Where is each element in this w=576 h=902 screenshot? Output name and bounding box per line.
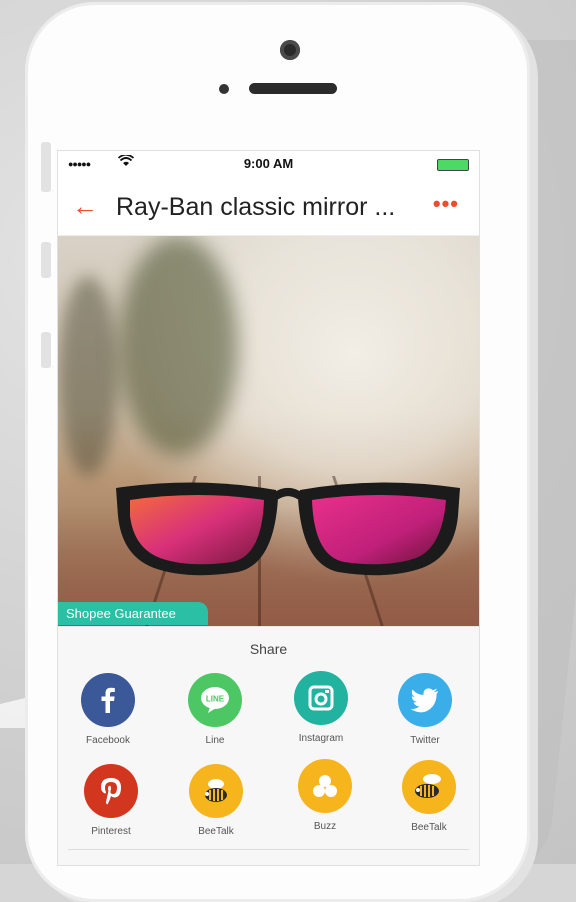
- share-label-beetalk: BeeTalk: [198, 826, 234, 837]
- status-time: 9:00 AM: [243, 156, 294, 171]
- share-label-pinterest: Pinterest: [91, 826, 131, 837]
- facebook-icon: [81, 673, 135, 727]
- proximity-sensor: [219, 84, 229, 94]
- share-line-button[interactable]: LINE Line: [170, 673, 260, 746]
- sunglasses-image: [116, 482, 460, 576]
- share-facebook-button[interactable]: Facebook: [63, 673, 153, 746]
- beetalk-icon: [402, 760, 456, 814]
- sheet-divider: [68, 849, 469, 850]
- product-image[interactable]: [58, 236, 479, 626]
- share-label-facebook: Facebook: [86, 735, 130, 746]
- page-title: Ray-Ban classic mirror ...: [116, 193, 396, 221]
- back-arrow-icon[interactable]: ←: [72, 191, 98, 222]
- share-label-instagram: Instagram: [298, 733, 344, 744]
- share-title: Share: [249, 641, 288, 657]
- photo-tree-left: [58, 276, 118, 476]
- share-label-line: Line: [205, 735, 225, 746]
- twitter-icon: [398, 673, 452, 727]
- share-label-beetalk-2: BeeTalk: [411, 822, 447, 833]
- instagram-icon: [294, 671, 348, 725]
- battery-icon: [437, 159, 469, 171]
- nav-bar: ← Ray-Ban classic mirror ... •••: [58, 177, 479, 236]
- earpiece-speaker: [249, 83, 337, 94]
- front-camera: [280, 40, 300, 60]
- share-label-buzz: Buzz: [313, 821, 337, 832]
- share-buzz-button[interactable]: Buzz: [280, 759, 370, 832]
- share-pinterest-button[interactable]: Pinterest: [66, 764, 156, 837]
- more-options-icon[interactable]: •••: [433, 191, 459, 217]
- share-instagram-button[interactable]: Instagram: [276, 671, 366, 744]
- share-beetalk-2-button[interactable]: BeeTalk: [384, 760, 474, 833]
- share-twitter-button[interactable]: Twitter: [380, 673, 470, 746]
- line-icon: LINE: [188, 673, 242, 727]
- volume-up-button: [41, 242, 51, 278]
- share-sheet: Share Facebook LINE Line Instagram Twitt…: [58, 626, 479, 865]
- shopee-guarantee-badge: Shopee Guarantee: [58, 602, 208, 625]
- buzz-icon: [298, 759, 352, 813]
- mute-switch: [41, 142, 51, 192]
- pinterest-icon: [84, 764, 138, 818]
- status-bar: ●●●●● 9:00 AM: [58, 151, 479, 177]
- share-beetalk-button[interactable]: BeeTalk: [171, 764, 261, 837]
- photo-tree: [118, 236, 238, 456]
- volume-down-button: [41, 332, 51, 368]
- share-label-twitter: Twitter: [410, 735, 440, 746]
- svg-text:LINE: LINE: [206, 695, 225, 704]
- phone-screen: ●●●●● 9:00 AM ← Ray-Ban classic mirror .…: [57, 150, 480, 866]
- beetalk-icon: [189, 764, 243, 818]
